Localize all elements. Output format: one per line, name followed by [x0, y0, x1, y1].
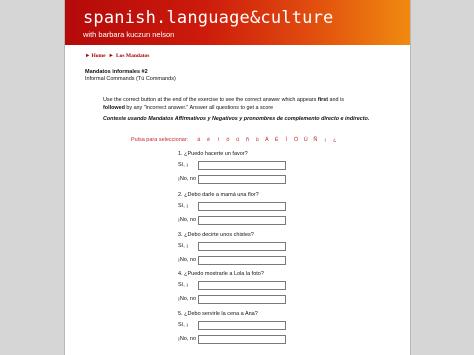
answer-input-si[interactable] [198, 161, 286, 170]
answer-input-si[interactable] [198, 281, 286, 290]
answer-row-si: Sí, ¡ [178, 162, 198, 168]
instructions-part: and is [328, 97, 344, 103]
breadcrumb-home-link[interactable]: Home [91, 53, 105, 59]
directive-part: y pronombres de complemento directo e in… [237, 116, 370, 122]
question-item: 2. ¿Debo darle a mamá una flor? Sí, ¡ ¡N… [178, 192, 378, 228]
answer-label-si: Sí, ¡ [178, 162, 189, 168]
site-banner: spanish.language&culture with barbara ku… [65, 0, 410, 45]
instructions-text: Use the correct button at the end of the… [103, 96, 365, 112]
breadcrumb-arrow-icon: ► [85, 53, 91, 59]
directive-emphasis: Mandatos Affirmativos y Negativos [148, 116, 238, 122]
answer-input-no[interactable] [198, 216, 286, 225]
char-button-e-acute[interactable]: é [204, 137, 212, 143]
char-button-E-acute[interactable]: É [272, 137, 280, 143]
char-button-A-acute[interactable]: Á [263, 137, 271, 143]
char-button-N-tilde[interactable]: Ñ [311, 137, 319, 143]
answer-row-si: Sí, ¡ [178, 282, 198, 288]
char-button-u-acute[interactable]: ú [234, 137, 242, 143]
answer-row-no: ¡No, no [178, 257, 198, 263]
char-button-U-acute[interactable]: Ú [302, 137, 310, 143]
instructions-emphasis: first [317, 97, 329, 103]
exercise-subtitle: Informal Commands (Tú Commands) [85, 76, 176, 82]
answer-label-no: ¡No, no [178, 257, 197, 263]
instructions-emphasis: followed [103, 105, 125, 111]
breadcrumb-section-link[interactable]: Los Mandatos [116, 53, 149, 59]
char-button-O-acute[interactable]: Ó [292, 137, 300, 143]
answer-row-si: Sí, ¡ [178, 322, 198, 328]
answer-input-no[interactable] [198, 335, 286, 344]
character-picker: Pulsa para seleccionar: á é í ó ú ñ ü Á … [131, 137, 339, 143]
answer-label-si: Sí, ¡ [178, 243, 189, 249]
answer-row-no: ¡No, no [178, 217, 198, 223]
answer-label-si: Sí, ¡ [178, 322, 189, 328]
answer-input-si[interactable] [198, 202, 286, 211]
question-text: 5. ¿Debo servirle la cena a Ana? [178, 311, 258, 317]
answer-input-no[interactable] [198, 175, 286, 184]
char-button-u-umlaut[interactable]: ü [253, 137, 261, 143]
answer-label-si: Sí, ¡ [178, 282, 189, 288]
instructions-part: by any "incorrect answer." Answer all qu… [124, 105, 274, 111]
answer-label-no: ¡No, no [178, 336, 197, 342]
question-item: 3. ¿Debo decirte unos chistes? Sí, ¡ ¡No… [178, 232, 378, 268]
char-button-inverted-exclamation[interactable]: ¡ [321, 137, 329, 143]
question-text: 4. ¿Puedo mostrarle a Lola la foto? [178, 271, 264, 277]
answer-label-no: ¡No, no [178, 296, 197, 302]
question-text: 2. ¿Debo darle a mamá una flor? [178, 192, 259, 198]
question-text: 3. ¿Debo decirte unos chistes? [178, 232, 254, 238]
breadcrumb-arrow-icon: ► [108, 53, 114, 59]
char-button-o-acute[interactable]: ó [224, 137, 232, 143]
answer-row-no: ¡No, no [178, 296, 198, 302]
char-button-I-acute[interactable]: Í [282, 137, 290, 143]
answer-input-si[interactable] [198, 321, 286, 330]
instructions-part: Use the correct button at the end of the… [103, 97, 318, 103]
question-item: 5. ¿Debo servirle la cena a Ana? Sí, ¡ ¡… [178, 311, 378, 347]
answer-label-si: Sí, ¡ [178, 203, 189, 209]
answer-input-no[interactable] [198, 295, 286, 304]
page-container: spanish.language&culture with barbara ku… [64, 0, 411, 355]
answer-row-si: Sí, ¡ [178, 203, 198, 209]
site-tagline: with barbara kuczun nelson [83, 30, 175, 39]
answer-row-si: Sí, ¡ [178, 243, 198, 249]
character-picker-label: Pulsa para seleccionar: [131, 137, 189, 143]
answer-input-no[interactable] [198, 256, 286, 265]
answer-row-no: ¡No, no [178, 336, 198, 342]
site-title[interactable]: spanish.language&culture [83, 8, 333, 28]
char-button-i-acute[interactable]: í [214, 137, 222, 143]
answer-label-no: ¡No, no [178, 217, 197, 223]
answer-input-si[interactable] [198, 242, 286, 251]
answer-row-no: ¡No, no [178, 176, 198, 182]
char-button-a-acute[interactable]: á [195, 137, 203, 143]
exercise-title: Mandatos informales #2 [85, 69, 148, 75]
char-button-n-tilde[interactable]: ñ [243, 137, 251, 143]
breadcrumb: ►Home ► Los Mandatos [85, 53, 149, 59]
question-item: 4. ¿Puedo mostrarle a Lola la foto? Sí, … [178, 271, 378, 307]
question-text: 1. ¿Puedo hacerte un favor? [178, 151, 248, 157]
char-button-inverted-question[interactable]: ¿ [331, 137, 339, 143]
directive-part: Conteste usando [103, 116, 149, 122]
answer-label-no: ¡No, no [178, 176, 197, 182]
exercise-directive: Conteste usando Mandatos Affirmativos y … [103, 116, 383, 122]
question-item: 1. ¿Puedo hacerte un favor? Sí, ¡ ¡No, n… [178, 151, 378, 187]
